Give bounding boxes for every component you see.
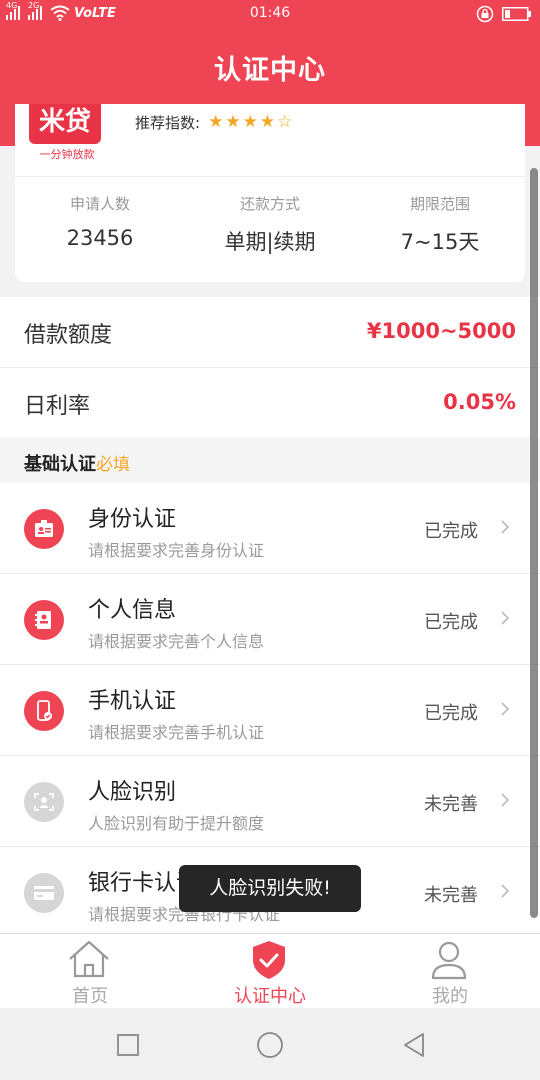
- stat-repayment: 还款方式 单期|续期: [185, 193, 355, 256]
- face-scan-icon: [24, 782, 64, 822]
- cert-desc: 请根据要求完善手机认证: [88, 723, 265, 742]
- loan-amount-value: ¥1000~5000: [366, 319, 516, 343]
- cert-title: 身份认证: [88, 507, 177, 532]
- system-nav-bar: [0, 1008, 540, 1080]
- daily-rate-label: 日利率: [24, 394, 91, 419]
- chevron-right-icon: [501, 702, 510, 716]
- tab-mine[interactable]: 我的: [360, 934, 540, 1009]
- daily-rate-row: 日利率 0.05%: [0, 367, 540, 437]
- star-filled-icon: ★: [208, 112, 224, 132]
- scrollbar[interactable]: [530, 168, 538, 918]
- required-tag: 必填: [96, 455, 130, 475]
- loan-info: 借款额度 ¥1000~5000 日利率 0.05%: [0, 297, 540, 437]
- cert-desc: 请根据要求完善个人信息: [88, 632, 265, 651]
- stat-applicants: 申请人数 23456: [15, 193, 185, 250]
- home-icon: [69, 940, 109, 978]
- status-right: [476, 5, 532, 23]
- phone-check-icon: [24, 691, 64, 731]
- home-button-icon[interactable]: [255, 1030, 285, 1060]
- cert-status: 已完成: [424, 612, 478, 633]
- personal-info-icon: [24, 600, 64, 640]
- stat-value: 7~15天: [400, 230, 480, 254]
- star-empty-icon: ☆: [277, 112, 293, 132]
- tab-label: 认证中心: [234, 986, 306, 1007]
- stat-term: 期限范围 7~15天: [355, 193, 525, 256]
- stats-card: 申请人数 23456 还款方式 单期|续期 期限范围 7~15天: [15, 176, 525, 282]
- chevron-right-icon: [501, 793, 510, 807]
- tab-certification-center[interactable]: 认证中心: [180, 934, 360, 1009]
- lock-rotation-icon: [476, 5, 494, 23]
- shield-check-icon: [253, 941, 285, 979]
- cert-item-face[interactable]: 人脸识别 人脸识别有助于提升额度 未完善: [0, 756, 540, 847]
- daily-rate-value: 0.05%: [443, 390, 516, 414]
- status-time: 01:46: [249, 5, 291, 21]
- product-logo: 米贷: [29, 104, 101, 144]
- loan-amount-label: 借款额度: [24, 323, 113, 348]
- tab-label: 我的: [432, 986, 468, 1007]
- product-logo-subtitle: 一分钟放款: [39, 148, 95, 161]
- tab-home[interactable]: 首页: [0, 934, 180, 1009]
- loan-amount-row: 借款额度 ¥1000~5000: [0, 297, 540, 367]
- cert-title: 手机认证: [88, 689, 177, 714]
- id-card-icon: [24, 509, 64, 549]
- stat-value: 单期|续期: [224, 230, 316, 254]
- bank-card-icon: [24, 873, 64, 913]
- user-icon: [431, 941, 467, 980]
- section-title: 基础认证必填: [24, 450, 130, 476]
- back-icon[interactable]: [399, 1030, 429, 1060]
- cert-item-phone[interactable]: 手机认证 请根据要求完善手机认证 已完成: [0, 665, 540, 756]
- stat-label: 还款方式: [239, 195, 300, 213]
- cert-status: 未完善: [424, 885, 478, 906]
- chevron-right-icon: [501, 884, 510, 898]
- recent-apps-icon[interactable]: [113, 1030, 143, 1060]
- tab-label: 首页: [72, 986, 108, 1007]
- chevron-right-icon: [501, 611, 510, 625]
- battery-icon: [502, 7, 531, 21]
- cert-title: 人脸识别: [88, 780, 177, 805]
- status-bar: 4G 2G VoLTE 01:46: [0, 0, 540, 28]
- app-screen: 4G 2G VoLTE 01:46 认证中心 米贷 一分钟放款 推荐指数: ★ …: [0, 0, 540, 1080]
- app-header: 认证中心: [0, 28, 540, 104]
- section-header: 基础认证必填: [0, 437, 540, 483]
- page-title: 认证中心: [214, 55, 326, 86]
- bottom-tab-bar: 首页 认证中心 我的: [0, 933, 540, 1008]
- cert-desc: 请根据要求完善身份认证: [88, 541, 265, 560]
- stat-label: 申请人数: [69, 195, 130, 213]
- cert-title: 个人信息: [88, 598, 177, 623]
- chevron-right-icon: [501, 520, 510, 534]
- recommend-label: 推荐指数:: [135, 114, 201, 132]
- star-filled-icon: ★: [242, 112, 258, 132]
- recommend-row: 推荐指数: ★ ★ ★ ★ ☆: [135, 112, 292, 133]
- star-filled-icon: ★: [259, 112, 276, 132]
- stat-label: 期限范围: [409, 195, 470, 213]
- cert-status: 未完善: [424, 794, 478, 815]
- rating-stars: ★ ★ ★ ★ ☆: [208, 114, 292, 131]
- toast-message: 人脸识别失败!: [179, 865, 361, 912]
- cert-desc: 人脸识别有助于提升额度: [88, 814, 265, 833]
- section-title-text: 基础认证: [24, 454, 96, 475]
- cert-status: 已完成: [424, 521, 478, 542]
- product-card: 米贷 一分钟放款 推荐指数: ★ ★ ★ ★ ☆: [15, 104, 525, 176]
- star-filled-icon: ★: [225, 112, 241, 132]
- cert-status: 已完成: [424, 703, 478, 724]
- cert-item-identity[interactable]: 身份认证 请根据要求完善身份认证 已完成: [0, 483, 540, 574]
- stat-value: 23456: [66, 226, 134, 250]
- cert-item-personal[interactable]: 个人信息 请根据要求完善个人信息 已完成: [0, 574, 540, 665]
